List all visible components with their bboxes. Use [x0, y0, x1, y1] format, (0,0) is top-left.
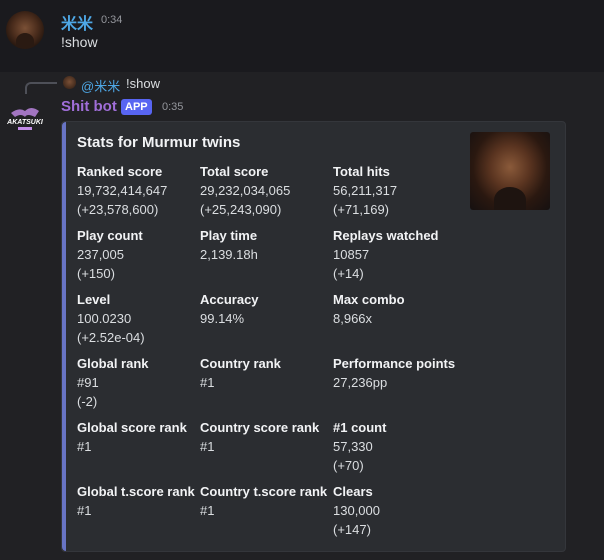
- embed-field: Global t.score rank #1: [77, 482, 195, 520]
- embed-field: Total score 29,232,034,065 (+25,243,090): [200, 162, 290, 219]
- field-value: 10857: [333, 247, 370, 262]
- field-change: (+150): [77, 266, 115, 281]
- field-name: Clears: [333, 484, 373, 499]
- field-value: 57,330: [333, 439, 373, 454]
- field-value: #1: [200, 375, 215, 390]
- field-change: (+23,578,600): [77, 202, 159, 217]
- embed-field: Global rank #91 (-2): [77, 354, 149, 411]
- embed-field: #1 count 57,330 (+70): [333, 418, 386, 475]
- field-name: Total hits: [333, 164, 390, 179]
- field-name: Max combo: [333, 292, 405, 307]
- field-name: Total score: [200, 164, 269, 179]
- field-value: #1: [200, 439, 215, 454]
- embed-field: Total hits 56,211,317 (+71,169): [333, 162, 397, 219]
- bot-avatar[interactable]: AKATSUKI: [5, 105, 45, 135]
- field-change: (+70): [333, 458, 364, 473]
- field-value: #91: [77, 375, 99, 390]
- embed-field: Performance points 27,236pp: [333, 354, 455, 392]
- field-value: 2,139.18h: [200, 247, 258, 262]
- field-name: Country t.score rank: [200, 484, 328, 499]
- field-name: Play count: [77, 228, 143, 243]
- field-name: Country rank: [200, 356, 281, 371]
- embed-field: Replays watched 10857 (+14): [333, 226, 439, 283]
- embed-field: Country rank #1: [200, 354, 281, 392]
- field-value: 29,232,034,065: [200, 183, 291, 198]
- embed-field: Country t.score rank #1: [200, 482, 327, 520]
- field-name: Ranked score: [77, 164, 163, 179]
- field-change: (-2): [77, 394, 98, 409]
- stats-embed: Stats for Murmur twins Ranked score 19,73…: [61, 121, 566, 552]
- embed-field: Max combo 8,966x: [333, 290, 405, 328]
- field-value: 100.0230: [77, 311, 132, 326]
- field-value: 237,005: [77, 247, 124, 262]
- field-change: (+71,169): [333, 202, 390, 217]
- app-badge: APP: [121, 99, 152, 115]
- reply-content[interactable]: !show: [126, 76, 160, 91]
- field-name: Global rank: [77, 356, 149, 371]
- field-value: #1: [77, 503, 92, 518]
- embed-thumbnail[interactable]: [470, 132, 550, 210]
- embed-field: Clears 130,000 (+147): [333, 482, 380, 539]
- user-avatar[interactable]: [6, 11, 44, 49]
- embed-field: Global score rank #1: [77, 418, 187, 456]
- field-value: 8,966x: [333, 311, 373, 326]
- embed-field: Country score rank #1: [200, 418, 319, 456]
- bot-logo-text: AKATSUKI: [6, 119, 44, 126]
- field-value: 56,211,317: [333, 183, 398, 198]
- bot-username[interactable]: Shit bot: [61, 98, 117, 115]
- field-change: (+2.52e-04): [77, 330, 145, 345]
- embed-title: Stats for Murmur twins: [77, 134, 241, 151]
- reply-avatar[interactable]: [63, 76, 76, 89]
- field-name: Accuracy: [200, 292, 259, 307]
- field-value: #1: [77, 439, 92, 454]
- embed-field: Play time 2,139.18h: [200, 226, 258, 264]
- field-name: Country score rank: [200, 420, 320, 435]
- message-timestamp[interactable]: 0:34: [101, 14, 122, 26]
- bot-message-timestamp[interactable]: 0:35: [162, 101, 183, 113]
- field-name: #1 count: [333, 420, 387, 435]
- field-value: 130,000: [333, 503, 380, 518]
- field-change: (+14): [333, 266, 364, 281]
- field-value: 27,236pp: [333, 375, 388, 390]
- field-name: Global t.score rank: [77, 484, 195, 499]
- field-name: Level: [77, 292, 111, 307]
- embed-field: Ranked score 19,732,414,647 (+23,578,600): [77, 162, 167, 219]
- field-name: Play time: [200, 228, 258, 243]
- message-content: !show: [61, 34, 98, 50]
- field-value: #1: [200, 503, 215, 518]
- embed-field: Play count 237,005 (+150): [77, 226, 143, 283]
- embed-field: Accuracy 99.14%: [200, 290, 259, 328]
- reply-username[interactable]: @米米: [81, 76, 120, 95]
- embed-accent-bar: [62, 122, 66, 551]
- field-name: Replays watched: [333, 228, 439, 243]
- embed-field: Level 100.0230 (+2.52e-04): [77, 290, 145, 347]
- field-value: 19,732,414,647: [77, 183, 168, 198]
- field-name: Performance points: [333, 356, 456, 371]
- field-change: (+147): [333, 522, 371, 537]
- reply-connector: [25, 82, 57, 94]
- field-name: Global score rank: [77, 420, 187, 435]
- field-change: (+25,243,090): [200, 202, 282, 217]
- username[interactable]: 米米: [61, 10, 93, 34]
- field-value: 99.14%: [200, 311, 245, 326]
